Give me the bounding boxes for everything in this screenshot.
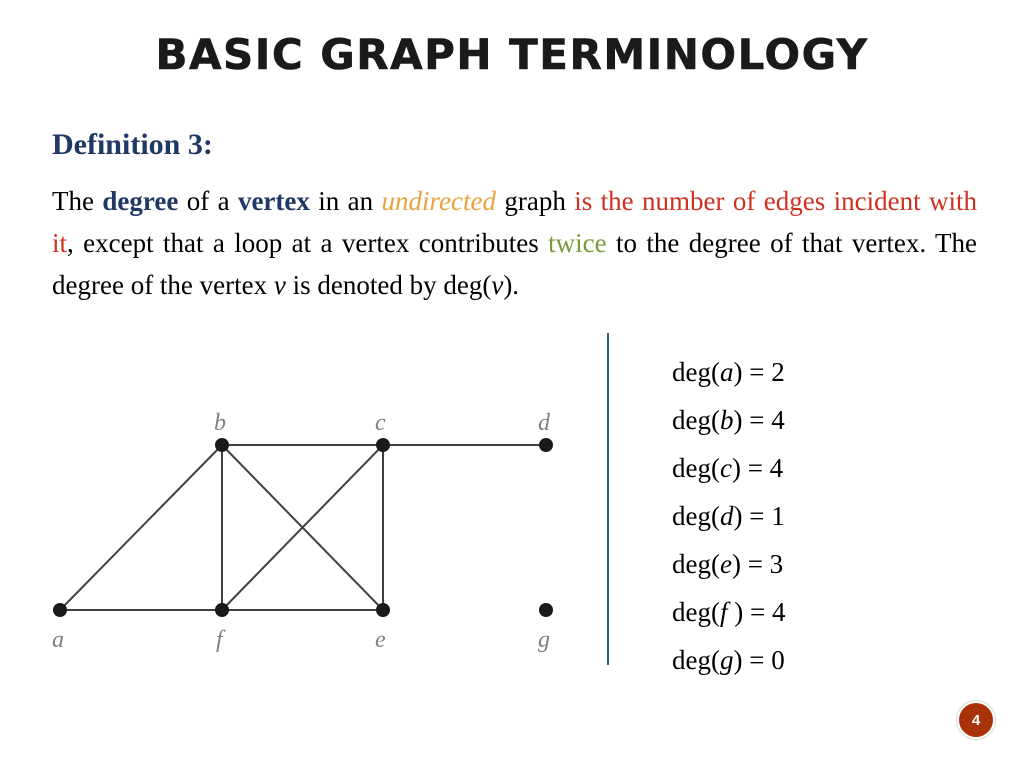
definition-segment: of a [178,186,238,216]
definition-segment: graph [496,186,575,216]
degree-value: ) = 2 [733,357,785,387]
vertical-divider [607,333,609,665]
graph-figure: a b c d e f g [30,395,600,660]
graph-vertex-label: b [214,410,226,436]
graph-vertex-labels: a b c d e f g [52,410,551,653]
graph-edge [59,444,223,611]
degree-row: deg(f ) = 4 [672,588,785,636]
degree-value: ) = 1 [733,501,785,531]
graph-vertex-label: f [216,627,226,653]
degree-value: ) = 4 [733,405,785,435]
graph-edges [59,444,546,611]
degree-value: ) = 4 [734,597,786,627]
degree-prefix: deg( [672,405,720,435]
degree-value: ) = 0 [733,645,785,675]
graph-vertex-label: c [375,410,386,436]
graph-vertex-label: d [538,410,551,436]
degree-prefix: deg( [672,453,720,483]
degree-prefix: deg( [672,357,720,387]
degree-row: deg(e) = 3 [672,540,785,588]
graph-vertex-label: a [52,627,64,653]
graph-vertex [53,603,67,617]
definition-body: The degree of a vertex in an undirected … [52,180,977,306]
degree-row: deg(g) = 0 [672,636,785,684]
degree-vertex: g [719,645,734,675]
graph-vertex-label: g [538,627,550,653]
definition-segment: v [491,270,504,300]
degree-row: deg(b) = 4 [672,396,785,444]
definition-segment: The [52,186,103,216]
definition-segment: twice [548,228,607,258]
definition-segment: ). [503,270,520,300]
degree-vertex: e [719,549,732,579]
graph-vertex [215,438,229,452]
degree-vertex: c [719,453,732,483]
definition-segment: degree [102,186,179,216]
degree-prefix: deg( [672,645,720,675]
definition-segment: , except that a loop at a vertex contrib… [67,228,549,258]
graph-vertex [376,603,390,617]
degree-value: ) = 3 [731,549,784,579]
page-number-badge: 4 [959,703,993,737]
definition-segment: vertex [237,186,310,216]
degree-row: deg(a) = 2 [672,348,785,396]
graph-vertex [215,603,229,617]
degree-vertex: a [719,357,734,387]
degree-vertex: d [719,501,734,531]
degree-prefix: deg( [672,501,720,531]
graph-vertex-label: e [375,627,386,653]
definition-segment: is denoted by deg( [285,270,492,300]
page-title: Basic Graph Terminology [155,30,869,80]
degree-vertex: b [719,405,734,435]
degree-row: deg(c) = 4 [672,444,785,492]
degree-vertex: f [719,597,735,627]
degree-prefix: deg( [672,549,720,579]
degree-prefix: deg( [672,597,720,627]
degree-list: deg(a) = 2 deg(b) = 4 deg(c) = 4 deg(d) = 1… [672,348,785,684]
graph-vertex [376,438,390,452]
graph-vertex [539,438,553,452]
graph-vertex [539,603,553,617]
graph-svg: a b c d e f g [52,410,553,653]
degree-value: ) = 4 [731,453,784,483]
degree-row: deg(d) = 1 [672,492,785,540]
definition-segment: v [273,270,286,300]
definition-segment: in an [309,186,382,216]
definition-segment: undirected [381,186,497,216]
definition-heading: Definition 3: [52,128,213,161]
